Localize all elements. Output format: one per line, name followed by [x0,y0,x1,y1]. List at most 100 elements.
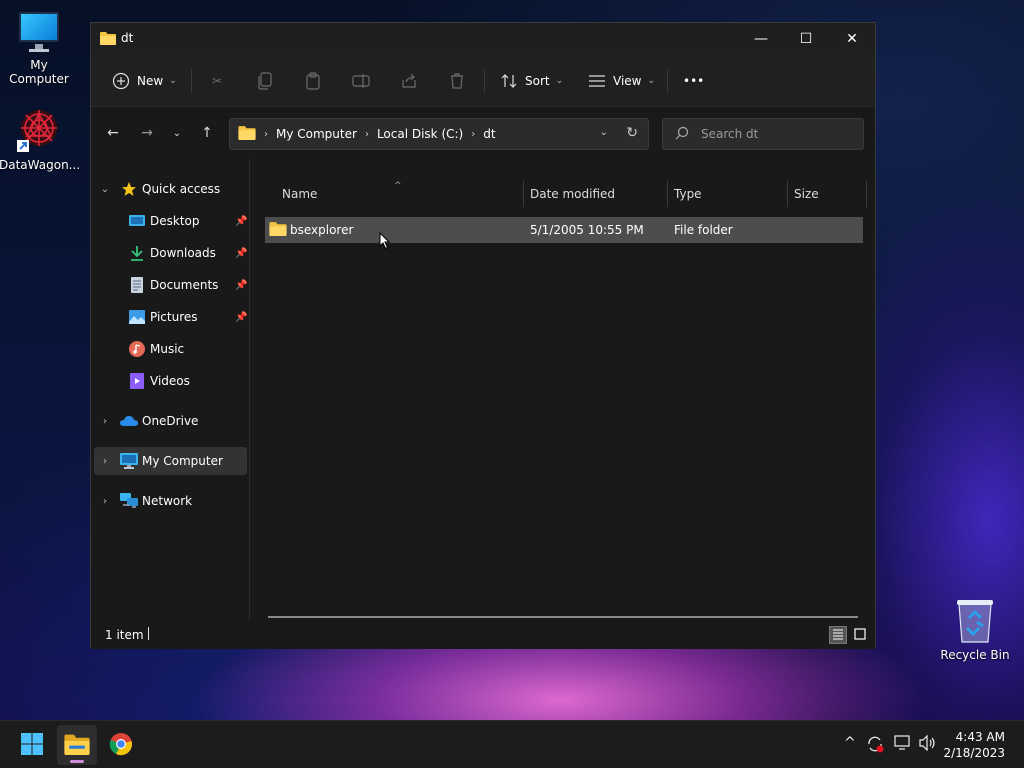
toolbar-divider [191,69,192,93]
folder-icon [100,31,116,48]
tiles-view-button[interactable] [851,626,869,644]
pin-icon[interactable]: 📌 [235,312,247,323]
rename-button[interactable] [351,69,371,93]
arrow-right-icon: → [141,125,153,141]
desktop-icon-my-computer[interactable]: My Computer [0,10,79,86]
nav-item-desktop[interactable]: Desktop 📌 [94,207,247,235]
chevron-down-icon: ⌄ [172,127,182,139]
title-bar[interactable]: dt — ☐ ✕ [91,23,875,55]
column-divider[interactable] [787,181,788,207]
details-view-button[interactable] [829,626,847,644]
minimize-button[interactable]: — [738,23,784,55]
chevron-right-icon: › [364,128,369,140]
close-button[interactable]: ✕ [829,23,875,55]
search-input[interactable] [701,125,851,143]
view-button[interactable]: View ⌄ [587,69,655,93]
pin-icon[interactable]: 📌 [235,248,247,259]
copy-button[interactable] [255,69,275,93]
column-header-size[interactable]: Size [794,187,819,201]
clipboard-icon [303,71,323,91]
file-name: bsexplorer [290,223,354,237]
column-header-type[interactable]: Type [674,187,702,201]
copy-icon [255,71,275,91]
paste-button[interactable] [303,69,323,93]
pin-icon[interactable]: 📌 [235,216,247,227]
chevron-right-icon[interactable]: › [99,456,111,467]
taskbar-file-explorer[interactable] [57,725,97,765]
nav-quick-access[interactable]: ⌄ Quick access [94,175,247,203]
nav-item-network[interactable]: › Network [94,487,247,515]
folder-icon [238,125,256,143]
forward-button[interactable]: → [137,123,157,143]
horizontal-scrollbar[interactable] [268,616,858,618]
more-options-button[interactable]: ••• [683,69,704,93]
file-type: File folder [674,223,733,237]
nav-label: Pictures [150,310,198,324]
chevron-right-icon[interactable]: › [99,496,111,507]
network-icon [120,492,138,510]
cut-button[interactable]: ✂ [207,69,227,93]
more-icon: ••• [683,74,705,88]
taskbar-chrome[interactable] [101,725,141,765]
desktop-icon-datawagon[interactable]: DataWagon... [0,106,80,172]
pictures-icon [128,308,146,326]
search-icon [675,126,689,143]
nav-item-onedrive[interactable]: › OneDrive [94,407,247,435]
pin-icon[interactable]: 📌 [235,280,247,291]
column-divider[interactable] [523,181,524,207]
datawagon-icon [15,106,63,154]
column-header-date[interactable]: Date modified [530,187,615,201]
nav-label: Network [142,494,193,508]
nav-item-documents[interactable]: Documents 📌 [94,271,247,299]
search-box[interactable] [662,118,864,150]
toolbar-divider [667,69,668,93]
item-count: 1 item [105,628,144,642]
computer-icon [120,452,138,470]
cloud-icon [120,412,138,430]
delete-button[interactable] [447,69,467,93]
sort-label: Sort [525,74,550,88]
network-status-icon[interactable] [894,735,912,755]
sort-button[interactable]: Sort ⌄ [499,69,563,93]
new-button[interactable]: New ⌄ [111,69,177,93]
taskbar: ^ 4:43 AM 2/18/2023 [0,720,1024,768]
sync-icon[interactable] [866,735,884,757]
nav-item-music[interactable]: Music [94,335,247,363]
volume-icon[interactable] [919,734,937,755]
maximize-button[interactable]: ☐ [783,23,829,55]
nav-label: Videos [150,374,190,388]
address-bar[interactable]: › My Computer › Local Disk (C:) › dt ⌄ ↻ [229,118,649,150]
column-divider[interactable] [866,181,867,207]
nav-item-videos[interactable]: Videos [94,367,247,395]
system-clock[interactable]: 4:43 AM 2/18/2023 [943,729,1005,761]
breadcrumb-dt[interactable]: dt [483,127,495,141]
recent-locations-button[interactable]: ⌄ [167,123,187,143]
nav-item-downloads[interactable]: Downloads 📌 [94,239,247,267]
breadcrumb-local-disk[interactable]: Local Disk (C:) [377,127,463,141]
tiles-view-icon [854,627,866,643]
chevron-down-icon[interactable]: ⌄ [99,184,111,195]
windows-logo-icon [20,732,44,759]
column-divider[interactable] [667,181,668,207]
nav-item-my-computer[interactable]: › My Computer [94,447,247,475]
breadcrumb-my-computer[interactable]: My Computer [276,127,357,141]
nav-label: Documents [150,278,219,292]
navigation-pane: ⌄ Quick access Desktop 📌 Downloads 📌 Doc… [91,159,250,621]
share-button[interactable] [399,69,419,93]
desktop-icon-recycle-bin[interactable]: Recycle Bin [935,598,1015,662]
start-button[interactable] [12,725,52,765]
back-button[interactable]: ← [103,123,123,143]
table-row[interactable]: bsexplorer 5/1/2005 10:55 PM File folder [265,217,863,243]
address-dropdown-icon[interactable]: ⌄ [600,127,608,138]
nav-label: OneDrive [142,414,199,428]
desktop-icon [128,212,146,230]
pane-divider[interactable] [249,159,250,621]
chevron-right-icon[interactable]: › [99,416,111,427]
sort-ascending-icon: ^ [394,181,402,191]
file-list[interactable]: ^ Name Date modified Type Size bsexplore… [251,159,875,621]
up-button[interactable]: ↑ [197,123,217,143]
column-header-name[interactable]: Name [282,187,317,201]
tray-overflow-icon[interactable]: ^ [844,735,856,751]
refresh-icon[interactable]: ↻ [626,125,638,141]
nav-item-pictures[interactable]: Pictures 📌 [94,303,247,331]
